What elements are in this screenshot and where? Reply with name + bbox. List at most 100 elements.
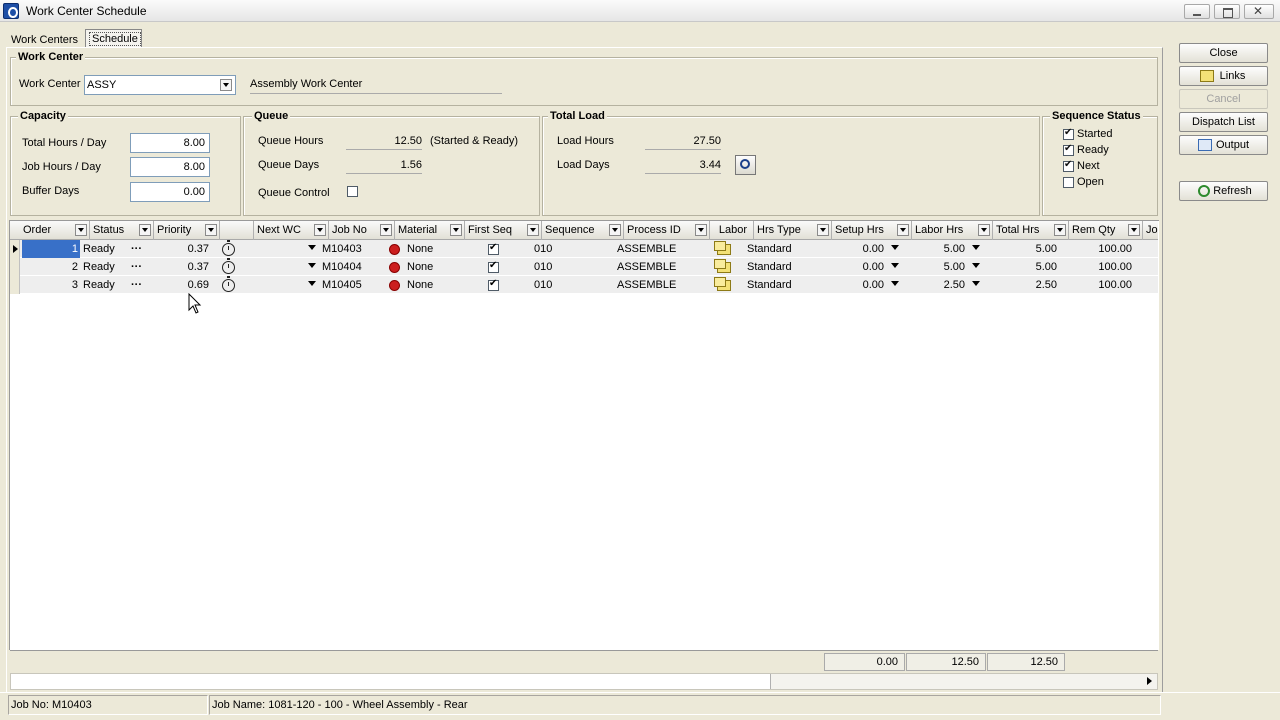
priority-cell[interactable]: 0.37 xyxy=(154,240,209,258)
chevron-down-icon[interactable] xyxy=(308,263,316,268)
col-labor[interactable]: Labor xyxy=(710,221,754,240)
close-button[interactable]: Close xyxy=(1179,43,1268,63)
job-no-cell[interactable]: M10404 xyxy=(322,258,362,276)
labor-folder-icon[interactable] xyxy=(714,277,731,291)
row-selector[interactable] xyxy=(10,240,20,258)
material-cell[interactable]: None xyxy=(407,258,433,276)
chevron-down-icon[interactable] xyxy=(527,224,539,236)
job-no-cell[interactable]: M10403 xyxy=(322,240,362,258)
window-close-button[interactable]: ✕ xyxy=(1244,4,1274,19)
scrollbar-thumb[interactable] xyxy=(11,674,771,689)
setup-hrs-cell[interactable]: 0.00 xyxy=(832,240,884,258)
chevron-down-icon[interactable] xyxy=(1054,224,1066,236)
chevron-down-icon[interactable] xyxy=(139,224,151,236)
order-cell[interactable]: 3 xyxy=(22,276,80,294)
links-button[interactable]: Links xyxy=(1179,66,1268,86)
output-button[interactable]: Output xyxy=(1179,135,1268,155)
chevron-down-icon[interactable] xyxy=(205,224,217,236)
table-row[interactable]: 2 Ready ··· 0.37 M10404 None 010 ASSEMBL… xyxy=(10,258,1158,276)
chevron-down-icon[interactable] xyxy=(897,224,909,236)
chevron-down-icon[interactable] xyxy=(695,224,707,236)
next-wc-cell[interactable] xyxy=(254,240,312,258)
status-ellipsis-button[interactable]: ··· xyxy=(131,240,142,258)
col-blank[interactable] xyxy=(220,221,254,240)
process-id-cell[interactable]: ASSEMBLE xyxy=(617,240,676,258)
horizontal-scrollbar[interactable] xyxy=(10,673,1158,690)
col-job[interactable]: Job xyxy=(1143,221,1158,240)
chevron-down-icon[interactable] xyxy=(308,281,316,286)
col-labor-hrs[interactable]: Labor Hrs xyxy=(912,221,993,240)
order-cell[interactable]: 1 xyxy=(22,240,80,258)
hrs-type-cell[interactable]: Standard xyxy=(747,258,792,276)
sequence-cell[interactable]: 010 xyxy=(534,276,552,294)
status-cell[interactable]: Ready xyxy=(83,258,115,276)
stopwatch-icon[interactable] xyxy=(222,276,235,292)
col-rem-qty[interactable]: Rem Qty xyxy=(1069,221,1143,240)
chevron-down-icon[interactable] xyxy=(972,245,980,250)
col-hrs-type[interactable]: Hrs Type xyxy=(754,221,832,240)
dispatch-list-button[interactable]: Dispatch List xyxy=(1179,112,1268,132)
job-no-cell[interactable]: M10405 xyxy=(322,276,362,294)
open-checkbox[interactable] xyxy=(1063,177,1074,188)
next-wc-cell[interactable] xyxy=(254,276,312,294)
total-hrs-cell[interactable]: 5.00 xyxy=(993,258,1057,276)
setup-hrs-cell[interactable]: 0.00 xyxy=(832,258,884,276)
row-selector[interactable] xyxy=(10,276,20,294)
col-first-seq[interactable]: First Seq xyxy=(465,221,542,240)
buffer-days-input[interactable]: 0.00 xyxy=(130,182,210,202)
status-cell[interactable]: Ready xyxy=(83,240,115,258)
refresh-button[interactable]: Refresh xyxy=(1179,181,1268,201)
priority-cell[interactable]: 0.69 xyxy=(154,276,209,294)
chevron-down-icon[interactable] xyxy=(450,224,462,236)
total-hrs-cell[interactable]: 2.50 xyxy=(993,276,1057,294)
chevron-down-icon[interactable] xyxy=(1128,224,1140,236)
labor-folder-icon[interactable] xyxy=(714,241,731,255)
rem-qty-cell[interactable]: 100.00 xyxy=(1069,276,1132,294)
chevron-down-icon[interactable] xyxy=(972,263,980,268)
col-material[interactable]: Material xyxy=(395,221,465,240)
total-hrs-cell[interactable]: 5.00 xyxy=(993,240,1057,258)
work-center-select[interactable]: ASSY xyxy=(84,75,236,95)
chevron-down-icon[interactable] xyxy=(817,224,829,236)
scroll-right-arrow-icon[interactable] xyxy=(1141,674,1157,689)
sequence-cell[interactable]: 010 xyxy=(534,258,552,276)
setup-hrs-cell[interactable]: 0.00 xyxy=(832,276,884,294)
row-selector[interactable] xyxy=(10,258,20,276)
chevron-down-icon[interactable] xyxy=(891,281,899,286)
first-seq-checkbox[interactable] xyxy=(488,278,499,291)
cancel-button[interactable]: Cancel xyxy=(1179,89,1268,109)
col-order[interactable]: Order xyxy=(20,221,90,240)
maximize-button[interactable] xyxy=(1214,4,1240,19)
next-wc-cell[interactable] xyxy=(254,258,312,276)
col-setup-hrs[interactable]: Setup Hrs xyxy=(832,221,912,240)
priority-cell[interactable]: 0.37 xyxy=(154,258,209,276)
hrs-type-cell[interactable]: Standard xyxy=(747,240,792,258)
col-next-wc[interactable]: Next WC xyxy=(254,221,329,240)
table-row[interactable]: 1 Ready ··· 0.37 M10403 None 010 ASSEMBL… xyxy=(10,240,1158,258)
stopwatch-icon[interactable] xyxy=(222,240,235,256)
sequence-cell[interactable]: 010 xyxy=(534,240,552,258)
labor-hrs-cell[interactable]: 5.00 xyxy=(912,258,965,276)
col-process-id[interactable]: Process ID xyxy=(624,221,710,240)
chevron-down-icon[interactable] xyxy=(891,245,899,250)
chevron-down-icon[interactable] xyxy=(308,245,316,250)
chevron-down-icon[interactable] xyxy=(220,79,232,91)
col-total-hrs[interactable]: Total Hrs xyxy=(993,221,1069,240)
col-job-no[interactable]: Job No xyxy=(329,221,395,240)
chevron-down-icon[interactable] xyxy=(75,224,87,236)
table-row[interactable]: 3 Ready ··· 0.69 M10405 None 010 ASSEMBL… xyxy=(10,276,1158,294)
rem-qty-cell[interactable]: 100.00 xyxy=(1069,240,1132,258)
labor-folder-icon[interactable] xyxy=(714,259,731,273)
labor-hrs-cell[interactable]: 5.00 xyxy=(912,240,965,258)
rem-qty-cell[interactable]: 100.00 xyxy=(1069,258,1132,276)
chevron-down-icon[interactable] xyxy=(978,224,990,236)
load-detail-button[interactable] xyxy=(735,155,756,175)
status-ellipsis-button[interactable]: ··· xyxy=(131,258,142,276)
queue-control-checkbox[interactable] xyxy=(347,186,358,197)
material-cell[interactable]: None xyxy=(407,276,433,294)
started-checkbox[interactable] xyxy=(1063,127,1074,140)
chevron-down-icon[interactable] xyxy=(972,281,980,286)
first-seq-checkbox[interactable] xyxy=(488,260,499,273)
ready-checkbox[interactable] xyxy=(1063,143,1074,156)
col-sequence[interactable]: Sequence xyxy=(542,221,624,240)
